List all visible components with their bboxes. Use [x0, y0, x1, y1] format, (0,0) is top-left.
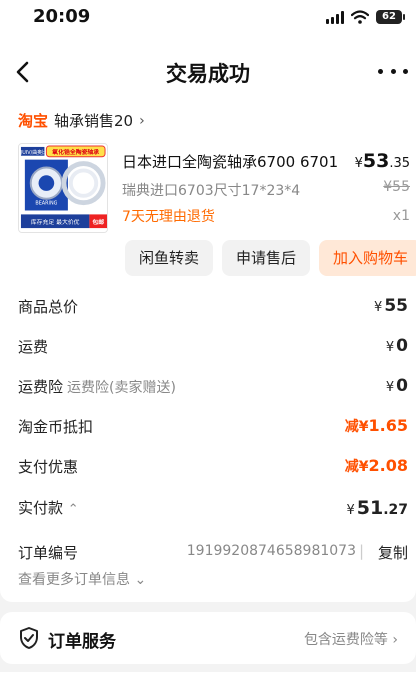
status-icons: 62: [326, 10, 405, 24]
order-number-label: 订单编号: [18, 544, 79, 562]
product-sku: 瑞典进口6703尺寸17*23*4: [122, 183, 301, 199]
page-title: 交易成功: [166, 62, 250, 86]
total-row: 商品总价 ¥55: [18, 296, 408, 320]
status-bar: 20:09 62: [0, 0, 416, 38]
chevron-right-icon: ›: [139, 112, 145, 129]
order-number: 1919920874658981073: [186, 543, 356, 559]
shield-check-icon: [20, 627, 38, 649]
total-value: ¥55: [374, 296, 408, 316]
shop-header[interactable]: 淘宝 轴承销售20 ›: [18, 110, 145, 131]
battery-icon: 62: [376, 10, 405, 24]
shop-name: 轴承销售20: [54, 112, 134, 130]
more-order-info-link[interactable]: 查看更多订单信息 ⌄: [18, 569, 146, 589]
more-menu-icon[interactable]: [378, 61, 408, 81]
svg-text:氧化锆全陶瓷轴承: 氧化锆全陶瓷轴承: [51, 148, 99, 156]
total-label: 商品总价: [18, 298, 79, 316]
action-buttons: 闲鱼转卖 申请售后 加入购物车: [125, 240, 416, 276]
coins-label: 淘金币抵扣: [18, 418, 94, 436]
product-title[interactable]: 日本进口全陶瓷轴承6700 6701: [122, 151, 338, 172]
status-time: 20:09: [33, 6, 91, 27]
nav-bar: 交易成功: [0, 38, 416, 106]
coins-row: 淘金币抵扣 减¥1.65: [18, 416, 408, 440]
coins-value: 减¥1.65: [344, 416, 408, 435]
taobao-logo: 淘宝: [18, 112, 49, 130]
insurance-value: ¥0: [385, 376, 408, 396]
order-card: 淘宝 轴承销售20 › QUIV/曲奥比 氧化锆全陶瓷轴承 BEARING 库存…: [0, 106, 416, 602]
original-price: ¥55: [383, 179, 410, 195]
signal-icon: [326, 10, 344, 24]
order-service-sub: 包含运费险等 ›: [303, 632, 398, 648]
bottom-strip: [0, 672, 416, 683]
insurance-label: 运费险 运费险(卖家赠送): [18, 378, 176, 396]
copy-button[interactable]: 复制: [378, 542, 408, 563]
insurance-row: 运费险 运费险(卖家赠送) ¥0: [18, 376, 408, 400]
order-service-section[interactable]: 订单服务 包含运费险等 ›: [0, 612, 416, 664]
shipping-row: 运费 ¥0: [18, 336, 408, 360]
insurance-sub: 运费险(卖家赠送): [67, 380, 176, 396]
product-price: ¥53.35: [354, 150, 410, 172]
quantity: x1: [392, 208, 410, 224]
svg-text:QUIV/曲奥比: QUIV/曲奥比: [18, 149, 47, 156]
chevron-up-icon: ⌃: [67, 502, 79, 517]
order-service-title: 订单服务: [48, 632, 116, 652]
return-policy: 7天无理由退货: [122, 209, 215, 225]
after-sale-button[interactable]: 申请售后: [222, 240, 311, 276]
pay-discount-value: 减¥2.08: [344, 456, 408, 475]
resell-button[interactable]: 闲鱼转卖: [125, 240, 214, 276]
svg-text:包邮: 包邮: [92, 218, 104, 226]
pay-discount-row: 支付优惠 减¥2.08: [18, 456, 408, 480]
paid-label: 实付款 ⌃: [18, 499, 79, 517]
product-thumbnail[interactable]: QUIV/曲奥比 氧化锆全陶瓷轴承 BEARING 库存充足 最大价优 包邮: [18, 143, 108, 233]
svg-text:库存充足 最大价优: 库存充足 最大价优: [31, 218, 80, 226]
svg-text:BEARING: BEARING: [35, 201, 57, 207]
pay-discount-label: 支付优惠: [18, 458, 79, 476]
wifi-icon: [351, 10, 369, 24]
divider: |: [358, 542, 364, 560]
shipping-value: ¥0: [385, 336, 408, 356]
paid-row[interactable]: 实付款 ⌃ ¥51.27: [18, 497, 408, 521]
add-to-cart-button[interactable]: 加入购物车: [319, 240, 416, 276]
shipping-label: 运费: [18, 338, 49, 356]
paid-value: ¥51.27: [346, 497, 408, 519]
order-number-row: 订单编号 1919920874658981073 | 复制: [18, 542, 408, 563]
